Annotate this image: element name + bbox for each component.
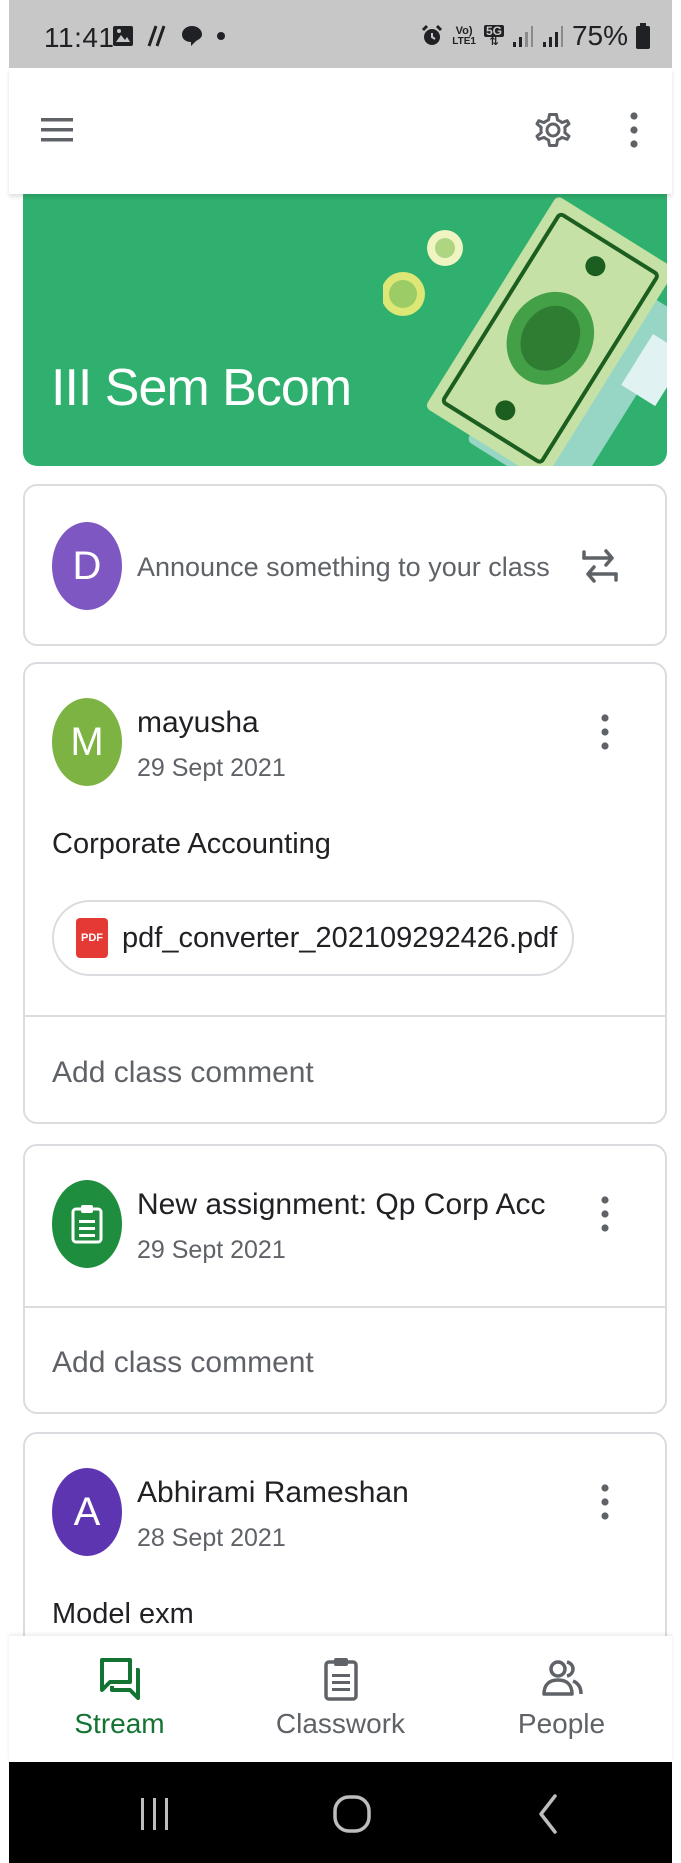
more-vert-icon[interactable] bbox=[622, 108, 646, 152]
stream-post[interactable]: M mayusha 29 Sept 2021 Corporate Account… bbox=[23, 662, 667, 1124]
status-bar: 11:41 Vo) LTE1 5G ⇅ 75% bbox=[9, 0, 672, 68]
volte-text: Vo) bbox=[455, 24, 473, 37]
user-avatar: D bbox=[52, 522, 122, 610]
add-class-comment[interactable]: Add class comment bbox=[52, 1056, 314, 1090]
gallery-icon bbox=[113, 26, 133, 46]
alarm-icon bbox=[422, 24, 443, 45]
divider bbox=[25, 1306, 665, 1308]
add-class-comment[interactable]: Add class comment bbox=[52, 1346, 314, 1380]
tab-stream[interactable]: Stream bbox=[9, 1636, 230, 1762]
assignment-icon bbox=[71, 1205, 103, 1244]
recent-apps-icon[interactable] bbox=[133, 1792, 177, 1836]
back-icon[interactable] bbox=[527, 1792, 571, 1836]
attachment-chip[interactable]: PDF pdf_converter_202109292426.pdf bbox=[52, 900, 574, 976]
data-arrows-icon: ⇅ bbox=[489, 35, 499, 48]
post-date: 29 Sept 2021 bbox=[137, 754, 286, 782]
slash-app-icon bbox=[147, 25, 166, 47]
post-body: Corporate Accounting bbox=[52, 828, 331, 860]
system-nav-bar bbox=[9, 1762, 672, 1863]
people-icon bbox=[541, 1660, 583, 1696]
divider bbox=[25, 1015, 665, 1017]
chat-bubble-icon bbox=[182, 26, 202, 46]
status-time: 11:41 bbox=[44, 22, 115, 53]
tab-label: Classwork bbox=[275, 1708, 406, 1739]
announce-card[interactable]: D Announce something to your class bbox=[23, 484, 667, 646]
attachment-name: pdf_converter_202109292426.pdf bbox=[122, 921, 558, 954]
post-date: 29 Sept 2021 bbox=[137, 1236, 286, 1264]
system-icons: Vo) LTE1 5G ⇅ 75% bbox=[420, 20, 650, 52]
volte-indicator: Vo) LTE1 bbox=[452, 24, 476, 47]
home-icon[interactable] bbox=[330, 1792, 374, 1836]
network-5g-indicator: 5G ⇅ bbox=[483, 23, 504, 48]
signal-icon-2 bbox=[542, 26, 563, 47]
assignment-avatar bbox=[52, 1180, 122, 1268]
stream-post[interactable]: New assignment: Qp Corp Acc 29 Sept 2021… bbox=[23, 1144, 667, 1414]
battery-icon bbox=[636, 23, 650, 49]
class-banner: III Sem Bcom bbox=[23, 194, 667, 466]
more-vert-icon[interactable] bbox=[593, 1192, 617, 1236]
author-avatar: A bbox=[52, 1468, 122, 1556]
post-author: mayusha bbox=[137, 706, 259, 739]
gear-icon[interactable] bbox=[531, 108, 575, 152]
lte-text: LTE1 bbox=[452, 35, 476, 47]
announce-input[interactable]: Announce something to your class bbox=[137, 552, 550, 583]
classwork-icon bbox=[323, 1658, 358, 1701]
class-title: III Sem Bcom bbox=[51, 359, 352, 417]
app-bar bbox=[9, 68, 672, 194]
pdf-icon: PDF bbox=[76, 918, 108, 958]
assignment-title: New assignment: Qp Corp Acc bbox=[137, 1188, 546, 1221]
post-date: 28 Sept 2021 bbox=[137, 1524, 286, 1552]
screen-edge bbox=[0, 0, 9, 1863]
battery-percent: 75% bbox=[571, 20, 628, 51]
author-avatar: M bbox=[52, 698, 122, 786]
dot-icon bbox=[217, 32, 225, 40]
stream-icon bbox=[99, 1658, 140, 1700]
more-vert-icon[interactable] bbox=[593, 710, 617, 754]
bottom-nav: Stream Classwork People bbox=[9, 1636, 672, 1762]
signal-icon bbox=[512, 26, 533, 47]
post-body: Model exm bbox=[52, 1598, 194, 1630]
network-5g-text: 5G bbox=[483, 23, 504, 38]
post-author: Abhirami Rameshan bbox=[137, 1476, 409, 1509]
tab-classwork[interactable]: Classwork bbox=[230, 1636, 451, 1762]
repost-icon[interactable] bbox=[578, 538, 622, 594]
money-illustration bbox=[383, 197, 667, 466]
more-vert-icon[interactable] bbox=[593, 1480, 617, 1524]
tab-label: People bbox=[517, 1708, 606, 1739]
tab-people[interactable]: People bbox=[451, 1636, 672, 1762]
tab-label: Stream bbox=[74, 1708, 165, 1739]
notification-icons bbox=[112, 24, 226, 48]
hamburger-menu-icon[interactable] bbox=[39, 112, 75, 148]
